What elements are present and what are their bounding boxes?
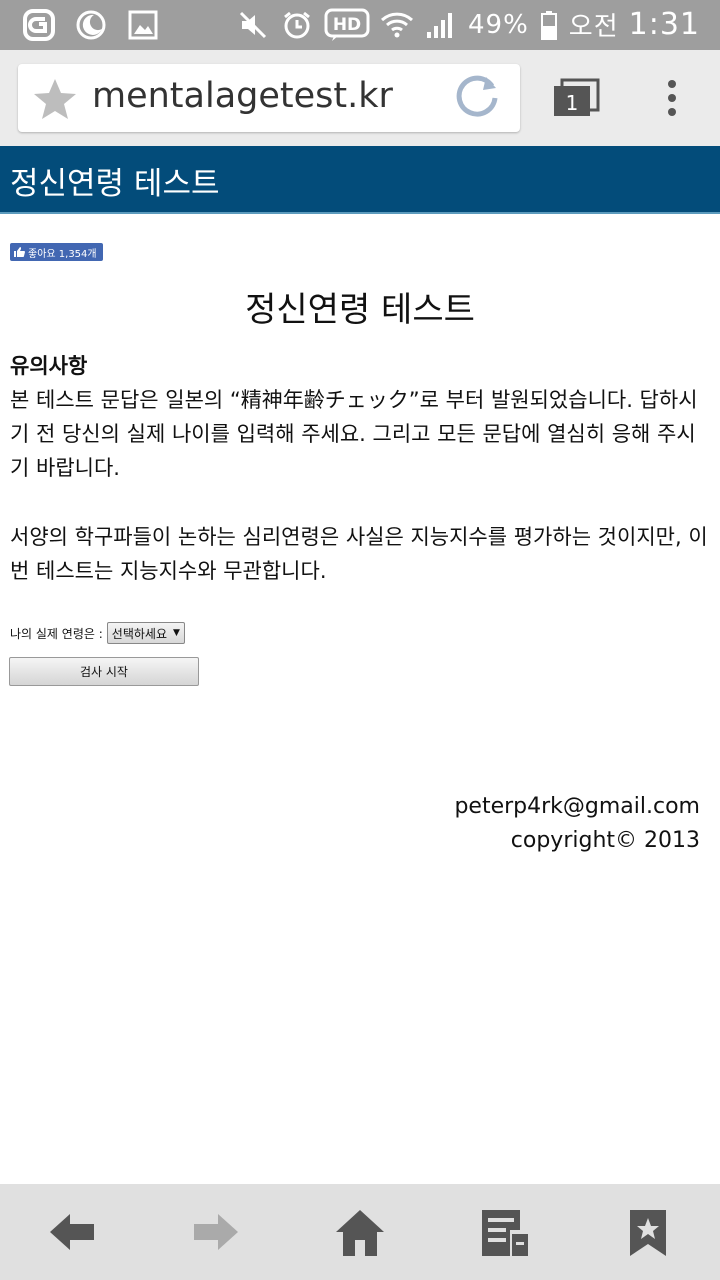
url-text[interactable]: mentalagetest.kr [92, 76, 393, 116]
wifi-icon [380, 8, 414, 42]
star-icon[interactable] [32, 77, 78, 125]
start-test-button[interactable]: 검사 시작 [9, 657, 199, 686]
bookmark-icon[interactable] [628, 1208, 668, 1262]
browser-toolbar: mentalagetest.kr 1 [0, 50, 720, 146]
tab-count: 1 [566, 91, 579, 115]
back-icon[interactable] [48, 1208, 96, 1260]
home-icon[interactable] [334, 1208, 386, 1262]
notice-text: 본 테스트 문답은 일본의 “精神年齢チェック”로 부터 발원되었습니다. 답하… [10, 388, 698, 480]
copyright: copyright© 2013 [510, 828, 700, 853]
age-select[interactable]: 선택하세요 ▼ [106, 622, 185, 644]
age-select-value: 선택하세요 [111, 626, 167, 641]
age-row: 나의 실제 연령은 : 선택하세요 ▼ [10, 622, 185, 644]
like-button[interactable]: 좋아요 1,354개 [10, 243, 103, 261]
svg-text:HD: HD [333, 15, 361, 35]
reader-icon[interactable] [480, 1208, 530, 1262]
thumbs-up-icon [14, 247, 25, 257]
forward-icon[interactable] [192, 1208, 240, 1260]
tabs-icon[interactable]: 1 [552, 78, 600, 122]
hd-icon: HD [324, 8, 370, 42]
image-icon [126, 8, 160, 42]
battery-percent: 49% [467, 9, 529, 40]
contact-email: peterp4rk@gmail.com [454, 794, 700, 819]
footer: peterp4rk@gmail.com copyright© 2013 [454, 790, 700, 858]
notice-heading: 유의사항 [10, 354, 88, 378]
battery-icon [539, 8, 559, 42]
status-bar: HD 49% 오전 1:31 [0, 0, 720, 50]
like-label: 좋아요 1,354개 [28, 248, 97, 260]
reload-icon[interactable] [452, 72, 502, 126]
alarm-icon [280, 8, 314, 42]
menu-icon[interactable] [660, 78, 684, 122]
site-title[interactable]: 정신연령 테스트 [10, 158, 220, 203]
age-label: 나의 실제 연령은 : [10, 626, 103, 641]
dropdown-arrow-icon: ▼ [172, 628, 180, 638]
signal-icon [424, 8, 458, 42]
page-title: 정신연령 테스트 [245, 290, 475, 330]
notice-text-2: 서양의 학구파들이 논하는 심리연령은 사실은 지능지수를 평가하는 것이지만,… [10, 525, 708, 583]
bottom-nav [0, 1184, 720, 1280]
mute-icon [236, 8, 270, 42]
moon-icon [74, 8, 108, 42]
g-icon [22, 8, 56, 42]
site-header: 정신연령 테스트 [0, 146, 720, 214]
time-ampm: 오전 [568, 12, 619, 42]
time: 1:31 [628, 7, 700, 42]
address-bar[interactable]: mentalagetest.kr [18, 64, 520, 132]
